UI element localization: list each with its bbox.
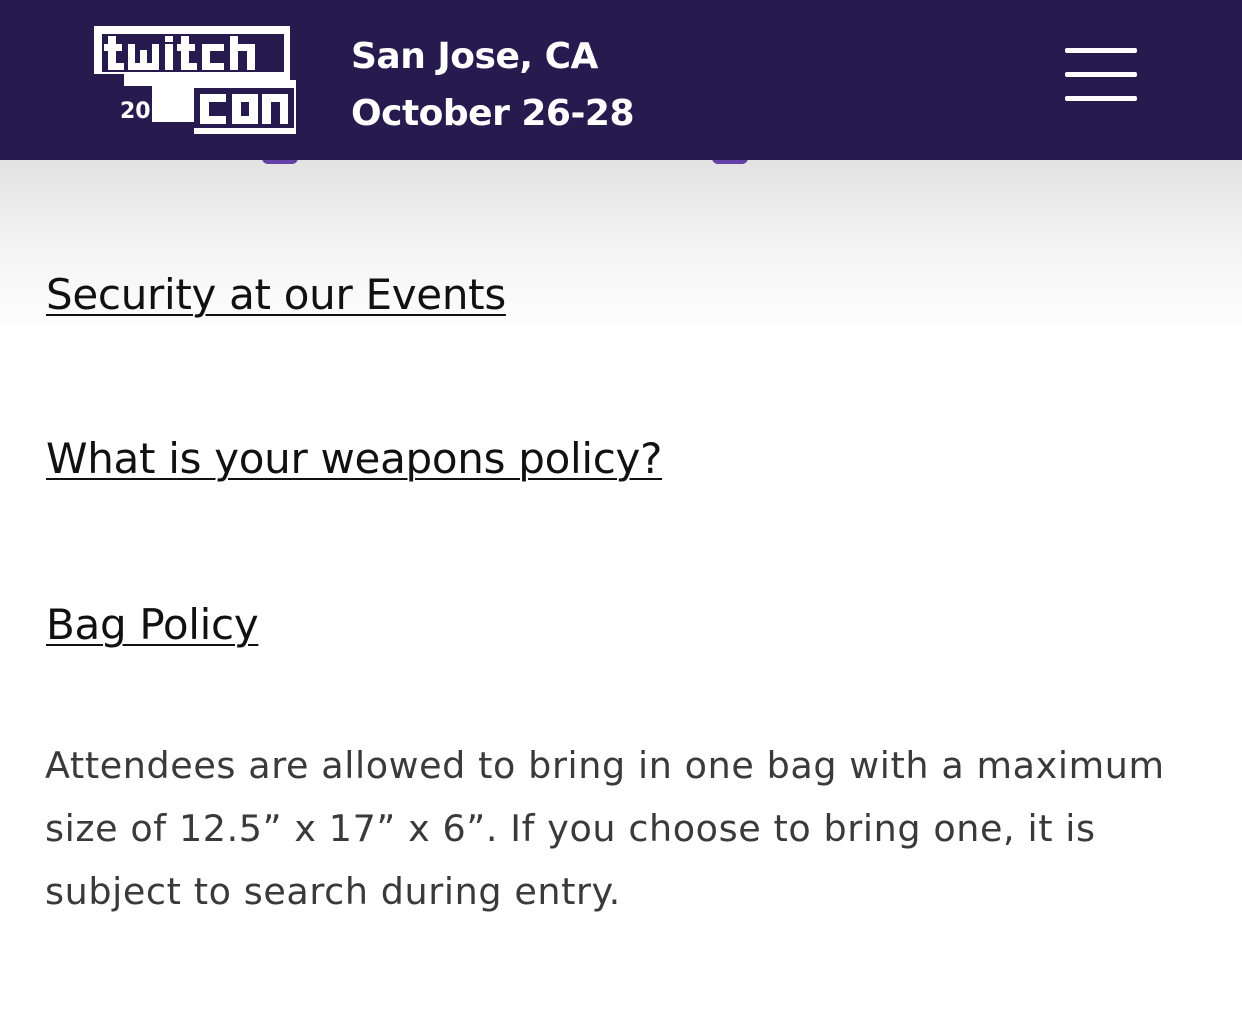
- menu-button[interactable]: [1058, 40, 1144, 112]
- menu-bar: [1065, 48, 1137, 53]
- twitchcon-logo[interactable]: 2018: [90, 22, 306, 137]
- menu-bar: [1065, 72, 1137, 77]
- faq-link-security[interactable]: Security at our Events: [46, 270, 506, 319]
- site-header: 2018 San Jose, CA October 26-28: [0, 0, 1242, 160]
- faq-link-weapons-policy[interactable]: What is your weapons policy?: [46, 434, 662, 483]
- event-dates: October 26-28: [351, 93, 635, 134]
- event-location: San Jose, CA: [351, 36, 598, 77]
- bag-policy-answer: Attendees are allowed to bring in one ba…: [45, 744, 1165, 913]
- menu-bar: [1065, 96, 1137, 101]
- event-info: San Jose, CA October 26-28: [351, 28, 635, 142]
- faq-link-bag-policy[interactable]: Bag Policy: [46, 600, 259, 649]
- svg-text:2018: 2018: [120, 99, 181, 124]
- twitchcon-logo-icon: 2018: [94, 26, 296, 134]
